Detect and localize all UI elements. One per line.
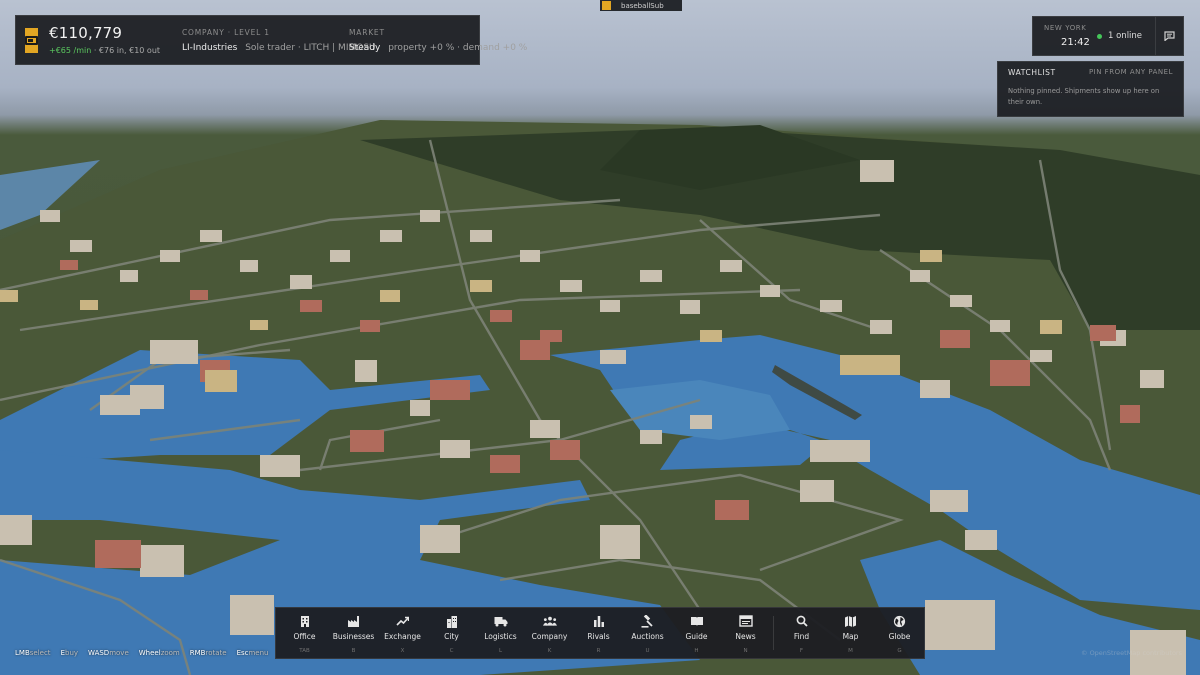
watchlist-empty-text: Nothing pinned. Shipments show up here o… (1008, 87, 1160, 106)
dock-rivals-button[interactable]: Rivals R (574, 608, 623, 658)
dock-label: Globe (888, 632, 911, 641)
trend-icon (396, 614, 410, 628)
status-panel: €110,779 +€65 /min · €76 in, €10 out COM… (15, 15, 527, 65)
dock-globe-button[interactable]: Globe G (875, 608, 924, 658)
balance-amount: €110,779 (49, 24, 123, 42)
dock-hotkey: K (547, 648, 552, 654)
dock-hotkey: F (799, 648, 804, 654)
dock-hotkey: L (498, 648, 503, 654)
dock-news-button[interactable]: News N (721, 608, 770, 658)
bottom-dock: Office TAB Businesses B Exchange X City … (275, 607, 925, 659)
dock-label: Guide (685, 632, 708, 641)
dock-label: Map (842, 632, 859, 641)
hint-buy: Ebuy (60, 649, 79, 657)
globe-icon (893, 614, 907, 628)
dock-label: News (735, 632, 756, 641)
watchlist-title: WATCHLIST (1008, 68, 1056, 77)
dock-office-button[interactable]: Office TAB (280, 608, 329, 658)
factory-icon (347, 614, 361, 628)
watchlist-panel: WATCHLIST PIN FROM ANY PANEL Nothing pin… (997, 61, 1184, 117)
clock-time: 21:42 (1061, 37, 1090, 48)
dock-hotkey: G (897, 648, 902, 654)
map-icon (844, 614, 858, 628)
dock-city-button[interactable]: City C (427, 608, 476, 658)
market-state: Steady (349, 43, 381, 53)
dock-label: Find (793, 632, 810, 641)
hint-move: WASDmove (88, 649, 129, 657)
dock-hotkey: C (449, 648, 454, 654)
wallet-icon (25, 27, 38, 53)
dock-hotkey: B (351, 648, 356, 654)
dock-hotkey: TAB (299, 648, 310, 654)
online-dot-icon (1097, 33, 1102, 39)
market-block[interactable]: MARKET Steady property +0 % · demand +0 … (335, 16, 539, 64)
company-name: LI-Industries (182, 43, 238, 53)
hint-rotate: RMBrotate (189, 649, 227, 657)
chat-icon (1164, 31, 1175, 41)
online-status[interactable]: 1 online (1097, 17, 1155, 55)
company-caption: COMPANY · LEVEL 1 (182, 28, 270, 37)
dock-find-button[interactable]: Find F (777, 608, 826, 658)
clock-city: NEW YORK (1044, 24, 1087, 32)
dock-label: Rivals (587, 632, 610, 641)
dock-label: Logistics (484, 632, 517, 641)
dock-hotkey: X (400, 648, 405, 654)
truck-icon (494, 614, 508, 628)
dock-label: Office (293, 632, 316, 641)
dock-hotkey: N (743, 648, 748, 654)
dock-company-button[interactable]: Company K (525, 608, 574, 658)
cash-rate: +€65 /min (49, 46, 92, 55)
dock-hotkey: H (694, 648, 699, 654)
office-icon (298, 614, 312, 628)
player-tag-icon (602, 1, 611, 10)
market-caption: MARKET (349, 28, 385, 37)
money-block[interactable]: €110,779 +€65 /min · €76 in, €10 out (16, 16, 168, 64)
chat-button[interactable] (1155, 17, 1183, 55)
dock-hotkey: U (645, 648, 650, 654)
dock-hotkey: R (596, 648, 601, 654)
dock-businesses-button[interactable]: Businesses B (329, 608, 378, 658)
company-block[interactable]: COMPANY · LEVEL 1 LI-Industries Sole tra… (168, 16, 376, 64)
gavel-icon (641, 614, 655, 628)
hint-menu: Escmenu (236, 649, 269, 657)
player-tag[interactable]: baseballSub (600, 0, 682, 11)
dock-label: Company (531, 632, 568, 641)
dock-label: Exchange (384, 632, 421, 641)
control-hints: LMBselect Ebuy WASDmove Wheelzoom RMBrot… (15, 649, 268, 657)
market-detail: property +0 % · demand +0 % (388, 43, 528, 53)
search-icon (795, 614, 809, 628)
dock-label: Auctions (631, 632, 664, 641)
dock-map-button[interactable]: Map M (826, 608, 875, 658)
dock-hotkey: M (848, 648, 853, 654)
player-tag-text: baseballSub (621, 1, 664, 10)
book-icon (690, 614, 704, 628)
news-icon (738, 614, 753, 628)
cash-flow-detail: · €76 in, €10 out (93, 46, 161, 55)
dock-exchange-button[interactable]: Exchange X (378, 608, 427, 658)
map-attribution: © OpenStreetMap contributors (1081, 649, 1182, 657)
online-count: 1 online (1108, 31, 1143, 41)
hint-select: LMBselect (15, 649, 51, 657)
hint-zoom: Wheelzoom (138, 649, 180, 657)
clock-panel: NEW YORK 21:42 1 online (1032, 16, 1184, 56)
cash-flow: +€65 /min · €76 in, €10 out (49, 46, 160, 55)
dock-guide-button[interactable]: Guide H (672, 608, 721, 658)
dock-auctions-button[interactable]: Auctions U (623, 608, 672, 658)
people-icon (542, 614, 557, 628)
dock-divider (773, 616, 774, 650)
dock-label: Businesses (332, 632, 375, 641)
dock-logistics-button[interactable]: Logistics L (476, 608, 525, 658)
bars-icon (592, 614, 606, 628)
city-icon (445, 614, 459, 628)
dock-label: City (444, 632, 459, 641)
watchlist-pin-hint: PIN FROM ANY PANEL (1088, 68, 1173, 76)
